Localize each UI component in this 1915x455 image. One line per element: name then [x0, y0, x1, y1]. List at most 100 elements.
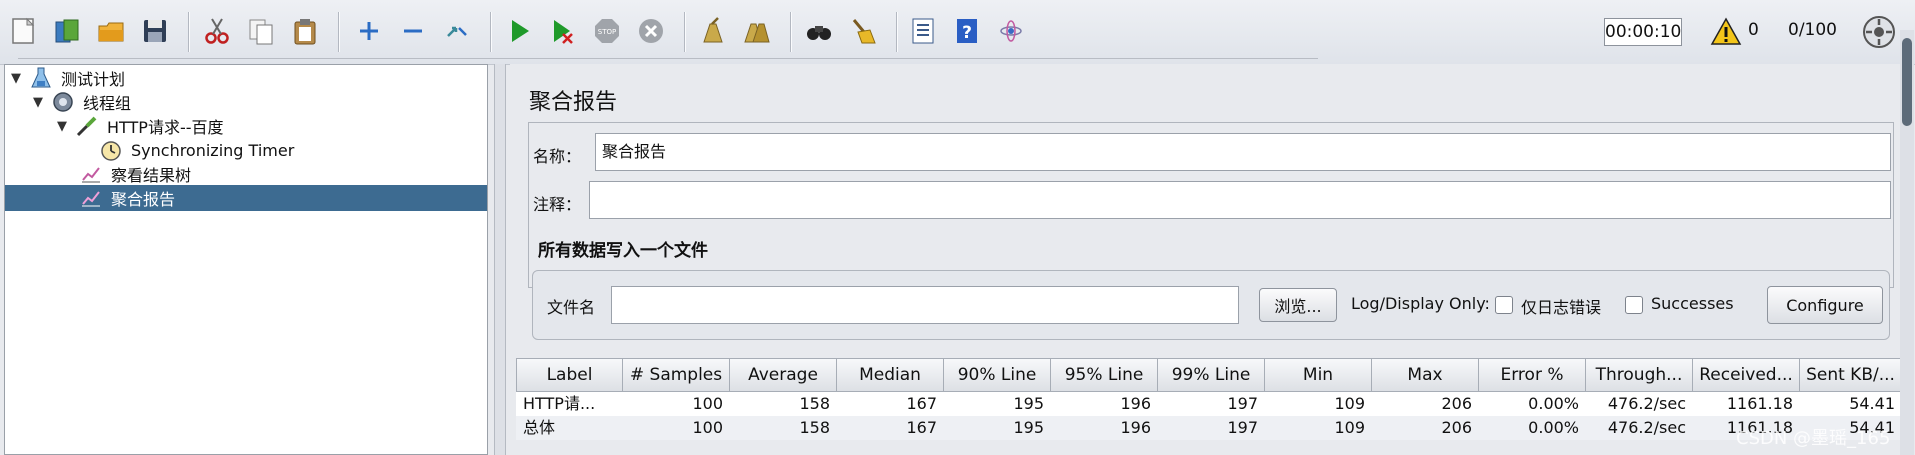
test-plan-icon	[27, 66, 55, 90]
column-header[interactable]: Through...	[1586, 358, 1693, 392]
tree-item-test-plan[interactable]: ▼ 测试计划	[11, 65, 125, 91]
listener-icon	[77, 186, 105, 210]
name-field[interactable]: 聚合报告	[595, 133, 1891, 171]
table-cell: 158	[799, 394, 830, 413]
column-header[interactable]: Label	[516, 358, 623, 392]
start-no-pauses-icon[interactable]	[546, 14, 580, 48]
file-output-box: 文件名 浏览... Log/Display Only: 仅日志错误 Succes…	[532, 270, 1890, 340]
active-threads: 0/100	[1788, 20, 1837, 40]
tree-item-view-results-tree[interactable]: 察看结果树	[77, 161, 191, 187]
collapse-icon[interactable]	[396, 14, 430, 48]
table-cell: 54.41	[1849, 394, 1895, 413]
table-cell: 167	[906, 394, 937, 413]
comment-label: 注释：	[533, 195, 582, 214]
table-cell: 109	[1334, 394, 1365, 413]
paste-icon[interactable]	[288, 14, 322, 48]
column-header[interactable]: Median	[837, 358, 944, 392]
expand-arrow-icon[interactable]: ▼	[11, 71, 27, 86]
table-cell: 1161.18	[1726, 394, 1793, 413]
configure-button[interactable]: Configure	[1767, 286, 1883, 324]
tree-item-aggregate-report[interactable]: 聚合报告	[5, 185, 487, 211]
start-icon[interactable]	[502, 14, 536, 48]
comment-field[interactable]	[589, 181, 1891, 219]
column-header[interactable]: Error %	[1479, 358, 1586, 392]
stop-icon[interactable]: STOP	[590, 14, 624, 48]
scrollbar-thumb[interactable]	[1902, 38, 1912, 126]
split-pane-divider[interactable]	[494, 64, 506, 455]
aggregate-report-panel: 聚合报告 名称： 聚合报告 注释： 所有数据写入一个文件 文件名 浏览... L…	[510, 64, 1902, 455]
table-cell: 196	[1120, 418, 1151, 437]
function-helper-icon[interactable]	[906, 14, 940, 48]
filename-input[interactable]	[611, 286, 1239, 324]
elapsed-timer: 00:00:10	[1604, 18, 1682, 46]
column-header[interactable]: Sent KB/...	[1800, 358, 1902, 392]
table-row[interactable]: HTTP请... 100 158 167 195 196 197 109 206…	[516, 392, 1902, 416]
timer-icon	[97, 138, 125, 162]
table-cell: 197	[1227, 418, 1258, 437]
expand-arrow-icon[interactable]: ▼	[33, 95, 49, 110]
watermark: CSDN @墨瑶_165	[1736, 428, 1891, 449]
log-display-label: Log/Display Only:	[1351, 294, 1490, 313]
column-header[interactable]: 90% Line	[944, 358, 1051, 392]
open-icon[interactable]	[94, 14, 128, 48]
filename-label: 文件名	[547, 298, 596, 317]
save-icon[interactable]	[138, 14, 172, 48]
table-cell: 195	[1013, 418, 1044, 437]
table-cell: 476.2/sec	[1607, 394, 1686, 413]
remote-icon[interactable]	[1862, 15, 1896, 49]
clear-icon[interactable]	[696, 14, 730, 48]
table-cell: 109	[1334, 418, 1365, 437]
column-header[interactable]: Min	[1265, 358, 1372, 392]
cut-icon[interactable]	[200, 14, 234, 48]
table-row[interactable]: 总体 100 158 167 195 196 197 109 206 0.00%…	[516, 416, 1902, 440]
tree-item-label: HTTP请求--百度	[107, 118, 224, 137]
tree-item-label: 察看结果树	[111, 166, 192, 185]
tree-item-synchronizing-timer[interactable]: Synchronizing Timer	[97, 137, 294, 163]
reset-search-icon[interactable]	[846, 14, 880, 48]
errors-only-checkbox[interactable]	[1495, 296, 1513, 314]
successes-checkbox[interactable]	[1625, 296, 1643, 314]
help-icon[interactable]: ?	[950, 14, 984, 48]
column-header[interactable]: # Samples	[623, 358, 730, 392]
tree-item-http-request[interactable]: ▼ HTTP请求--百度	[57, 113, 224, 139]
clear-all-icon[interactable]	[740, 14, 774, 48]
new-icon[interactable]	[6, 14, 40, 48]
column-header[interactable]: Received...	[1693, 358, 1800, 392]
table-cell: 100	[692, 418, 723, 437]
errors-only-label: 仅日志错误	[1521, 298, 1602, 317]
toolbar-underline	[18, 58, 1318, 59]
thread-group-icon	[49, 90, 77, 114]
table-cell: 195	[1013, 394, 1044, 413]
column-header[interactable]: Average	[730, 358, 837, 392]
svg-text:STOP: STOP	[598, 28, 616, 36]
sampler-icon	[73, 114, 101, 138]
column-header[interactable]: Max	[1372, 358, 1479, 392]
shutdown-icon[interactable]	[634, 14, 668, 48]
tree-item-thread-group[interactable]: ▼ 线程组	[33, 89, 131, 115]
table-cell: 158	[799, 418, 830, 437]
toolbar-separator	[896, 12, 898, 52]
templates-icon[interactable]	[50, 14, 84, 48]
remote-start-icon[interactable]	[994, 14, 1028, 48]
toolbar-separator	[188, 12, 190, 52]
toolbar-separator	[684, 12, 686, 52]
toolbar: STOP ? 00:00:10 0 0/100	[0, 0, 1915, 65]
search-icon[interactable]	[802, 14, 836, 48]
table-cell: 197	[1227, 394, 1258, 413]
toggle-icon[interactable]	[440, 14, 474, 48]
table-cell: 总体	[523, 418, 556, 437]
column-header[interactable]: 99% Line	[1158, 358, 1265, 392]
column-header[interactable]: 95% Line	[1051, 358, 1158, 392]
table-cell: 0.00%	[1528, 418, 1579, 437]
toolbar-separator	[338, 12, 340, 52]
copy-icon[interactable]	[244, 14, 278, 48]
name-comment-box: 名称： 聚合报告 注释：	[528, 122, 1894, 288]
expand-arrow-icon[interactable]: ▼	[57, 119, 73, 134]
expand-icon[interactable]	[352, 14, 386, 48]
warning-icon[interactable]	[1710, 16, 1742, 48]
page-title: 聚合报告	[529, 90, 618, 115]
table-cell: 206	[1441, 418, 1472, 437]
table-cell: 196	[1120, 394, 1151, 413]
browse-button[interactable]: 浏览...	[1259, 288, 1337, 322]
successes-label: Successes	[1651, 294, 1734, 313]
